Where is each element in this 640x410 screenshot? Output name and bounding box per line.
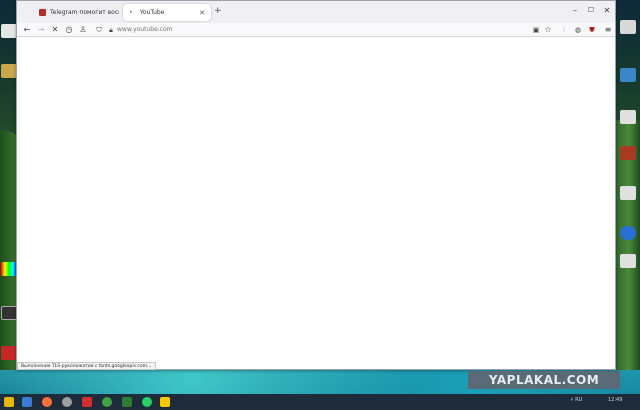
page-content-blank [17, 38, 615, 369]
navigation-toolbar: ← → ✕ ◷ ♙ ⛉ 🔒︎ ▣ ☆ ⫶ ◍ ⛊ ≡ [17, 23, 615, 37]
desktop-icon[interactable] [620, 254, 636, 268]
tab-youtube[interactable]: • YouTube ✕ [123, 4, 211, 21]
close-window-button[interactable]: ✕ [600, 6, 614, 15]
bookmark-star-icon[interactable]: ☆ [542, 24, 554, 36]
minimize-button[interactable]: – [568, 6, 582, 15]
desktop-icon[interactable] [620, 186, 636, 200]
system-tray[interactable]: ⚡ RU [570, 397, 582, 403]
tab-title: YouTube [140, 9, 165, 16]
file-manager-icon[interactable] [22, 397, 32, 407]
taskbar: ⚡ RU 12:49 [0, 394, 640, 410]
loading-indicator-icon: • [129, 9, 133, 16]
app-yellow-icon[interactable] [160, 397, 170, 407]
tab-telegram[interactable]: Telegram помогит воскрешать… ✕ [33, 4, 135, 21]
start-menu-icon[interactable] [4, 397, 14, 407]
app-green-icon[interactable] [102, 397, 112, 407]
desktop-icon[interactable] [1, 306, 17, 320]
maximize-button[interactable]: ☐ [584, 6, 598, 14]
desktop-icon[interactable] [1, 64, 17, 78]
library-icon[interactable]: ⫶ [558, 24, 570, 36]
desktop-icon[interactable] [620, 20, 636, 34]
menu-hamburger-icon[interactable]: ≡ [602, 24, 614, 36]
status-bar: Выполнение TLS-рукопожатия с fonts.googl… [17, 362, 156, 370]
forward-arrow-icon[interactable]: → [35, 24, 47, 36]
reader-view-icon[interactable]: ▣ [530, 24, 542, 36]
desktop-icon[interactable] [620, 68, 636, 82]
app-red-icon[interactable] [82, 397, 92, 407]
stop-loading-icon[interactable]: ✕ [49, 24, 61, 36]
close-tab-icon[interactable]: ✕ [199, 9, 205, 17]
lock-icon[interactable]: 🔒︎ [105, 24, 117, 36]
extensions-icon[interactable]: ◍ [572, 24, 584, 36]
account-icon[interactable]: ♙ [77, 24, 89, 36]
desktop-icon[interactable] [1, 24, 17, 38]
history-icon[interactable]: ◷ [63, 24, 75, 36]
alien-app-icon[interactable] [62, 397, 72, 407]
desktop-icon[interactable] [1, 346, 17, 360]
ublock-icon[interactable]: ⛊ [586, 24, 598, 36]
clock[interactable]: 12:49 [608, 397, 622, 403]
tab-bar: Telegram помогит воскрешать… ✕ • YouTube… [17, 1, 615, 23]
new-tab-button[interactable]: + [214, 6, 222, 16]
desktop-icon[interactable] [620, 226, 636, 240]
firefox-icon[interactable] [42, 397, 52, 407]
desktop-icon[interactable] [620, 146, 636, 160]
back-arrow-icon[interactable]: ← [21, 24, 33, 36]
desktop-icon[interactable] [620, 110, 636, 124]
browser-window: Telegram помогит воскрешать… ✕ • YouTube… [16, 0, 616, 370]
app-green2-icon[interactable] [122, 397, 132, 407]
shield-icon[interactable]: ⛉ [93, 24, 105, 36]
tab-title: Telegram помогит воскрешать… [50, 9, 119, 16]
watermark-logo: YAPLAKAL.COM [468, 371, 620, 389]
address-bar-input[interactable] [117, 24, 417, 36]
telegram-favicon-icon [39, 9, 46, 16]
app-whatsapp-icon[interactable] [142, 397, 152, 407]
desktop-icon[interactable] [1, 262, 17, 276]
